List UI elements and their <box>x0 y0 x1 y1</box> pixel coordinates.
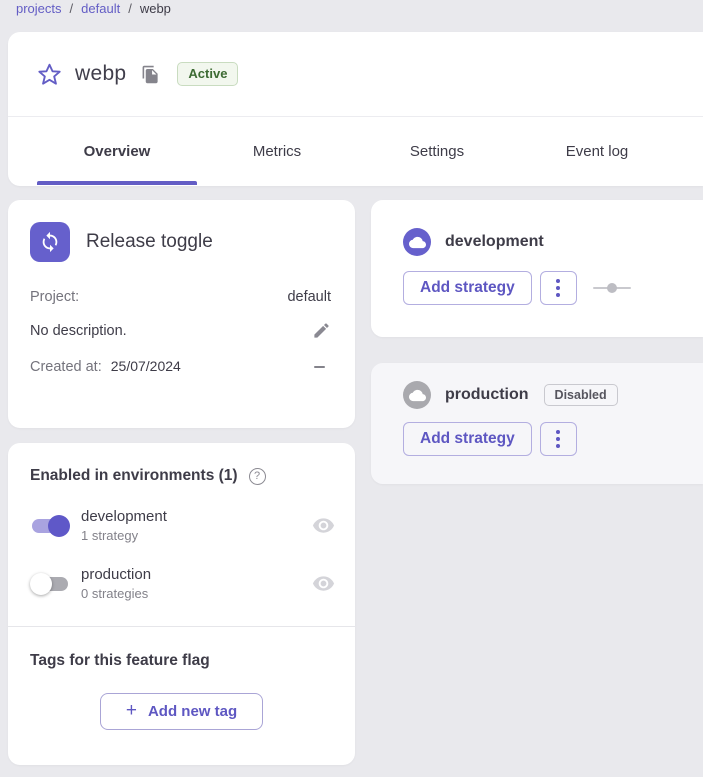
favorite-star-button[interactable] <box>37 62 62 87</box>
edit-description-button[interactable] <box>312 321 331 340</box>
description-text: No description. <box>30 323 127 339</box>
environment-row-production: production 0 strategies <box>8 566 355 601</box>
environment-cloud-badge <box>403 228 431 256</box>
kebab-menu-button[interactable] <box>540 422 577 456</box>
environments-card: Enabled in environments (1) ? developmen… <box>8 443 355 765</box>
add-new-tag-label: Add new tag <box>148 703 237 720</box>
flag-type-label: Release toggle <box>86 231 213 253</box>
environments-title: Enabled in environments (1) <box>30 467 238 485</box>
production-toggle[interactable] <box>30 572 70 596</box>
project-row: Project: default <box>8 289 355 305</box>
copy-name-button[interactable] <box>141 65 160 84</box>
disabled-badge: Disabled <box>544 384 618 406</box>
description-row: No description. <box>8 321 355 340</box>
kebab-menu-icon <box>556 430 560 434</box>
production-visibility-button[interactable] <box>312 572 335 595</box>
tab-settings[interactable]: Settings <box>357 117 517 185</box>
environments-title-row: Enabled in environments (1) ? <box>8 443 355 485</box>
project-value: default <box>287 289 331 305</box>
tab-bar: Overview Metrics Settings Event log <box>8 117 703 185</box>
flag-details-card: Release toggle Project: default No descr… <box>8 200 355 428</box>
kebab-menu-button[interactable] <box>540 271 577 305</box>
environment-row-development: development 1 strategy <box>8 508 355 543</box>
star-outline-icon <box>37 62 62 87</box>
status-badge: Active <box>177 62 238 86</box>
plus-icon: + <box>126 701 137 720</box>
created-row: Created at: 25/07/2024 <box>8 358 355 375</box>
feature-flag-page: projects / default / webp webp Active Ov… <box>0 0 703 777</box>
page-title: webp <box>75 62 126 86</box>
breadcrumb-separator: / <box>128 1 132 16</box>
panel-environment-name: development <box>445 233 544 251</box>
breadcrumb-separator: / <box>70 1 74 16</box>
strategy-connector-icon <box>593 282 631 294</box>
breadcrumb-default[interactable]: default <box>81 1 120 16</box>
created-label: Created at: <box>30 359 102 375</box>
breadcrumb: projects / default / webp <box>16 1 171 16</box>
copy-icon <box>141 65 160 84</box>
add-strategy-button[interactable]: Add strategy <box>403 271 532 305</box>
production-environment-panel: production Disabled Add strategy <box>371 363 703 484</box>
production-panel-actions: Add strategy <box>371 409 703 456</box>
eye-icon <box>312 514 335 537</box>
sync-icon <box>39 231 61 253</box>
development-panel-header: development <box>371 200 703 256</box>
environment-name: production <box>81 566 312 583</box>
flag-type-row: Release toggle <box>8 200 355 262</box>
tags-section-title: Tags for this feature flag <box>8 627 355 670</box>
add-new-tag-button[interactable]: + Add new tag <box>100 693 263 730</box>
breadcrumb-current: webp <box>140 1 171 16</box>
development-environment-panel: development Add strategy <box>371 200 703 337</box>
minus-dash-icon <box>314 366 325 368</box>
breadcrumb-projects[interactable]: projects <box>16 1 62 16</box>
development-panel-actions: Add strategy <box>371 256 703 305</box>
environment-strategy-count: 1 strategy <box>81 528 312 543</box>
help-circle-icon[interactable]: ? <box>249 468 266 485</box>
add-strategy-button[interactable]: Add strategy <box>403 422 532 456</box>
toggle-thumb <box>30 573 52 595</box>
eye-icon <box>312 572 335 595</box>
created-value: 25/07/2024 <box>111 358 181 374</box>
tab-metrics[interactable]: Metrics <box>197 117 357 185</box>
development-toggle[interactable] <box>30 514 70 538</box>
project-label: Project: <box>30 289 79 305</box>
toggle-thumb <box>48 515 70 537</box>
environment-strategy-count: 0 strategies <box>81 586 312 601</box>
header-card: webp Active Overview Metrics Settings Ev… <box>8 32 703 186</box>
production-panel-header: production Disabled <box>371 363 703 409</box>
cloud-icon <box>409 234 426 251</box>
environment-cloud-badge <box>403 381 431 409</box>
cloud-icon <box>409 387 426 404</box>
panel-environment-name: production <box>445 386 529 404</box>
environment-name: development <box>81 508 312 525</box>
release-toggle-type-badge <box>30 222 70 262</box>
development-visibility-button[interactable] <box>312 514 335 537</box>
tab-overview[interactable]: Overview <box>37 117 197 185</box>
title-row: webp Active <box>8 32 703 117</box>
tab-event-log[interactable]: Event log <box>517 117 677 185</box>
edit-pencil-icon <box>312 321 331 340</box>
kebab-menu-icon <box>556 279 560 283</box>
